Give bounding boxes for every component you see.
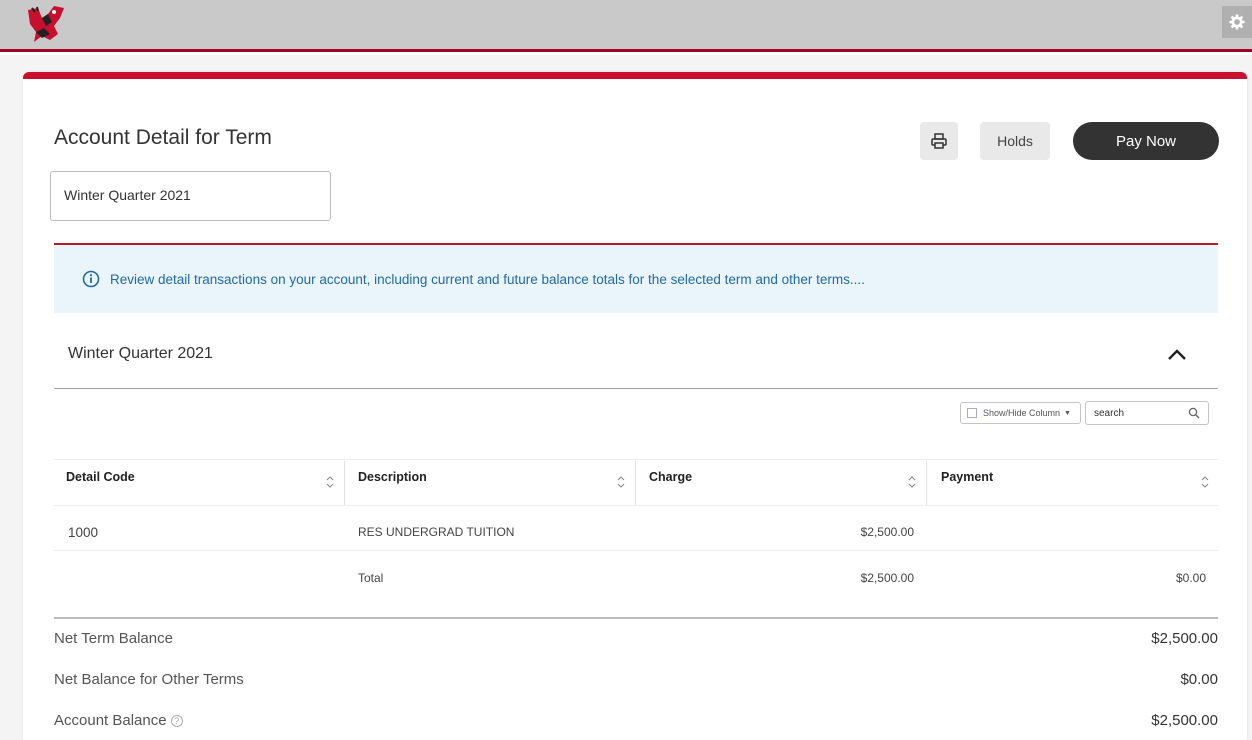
page-title: Account Detail for Term <box>54 126 272 149</box>
total-label: Total <box>358 571 384 585</box>
term-select[interactable]: Winter Quarter 2021 <box>50 171 331 221</box>
term-section-title: Winter Quarter 2021 <box>68 345 213 362</box>
sort-icon[interactable] <box>326 475 334 489</box>
print-button[interactable] <box>920 122 958 160</box>
info-icon <box>82 270 100 288</box>
other-terms-label: Net Balance for Other Terms <box>54 671 244 688</box>
search-input[interactable]: search <box>1085 401 1209 425</box>
total-payment: $0.00 <box>1175 571 1206 585</box>
net-term-balance-value: $2,500.00 <box>1151 630 1218 647</box>
total-charge: $2,500.00 <box>860 571 914 585</box>
column-header-detail-code[interactable]: Detail Code <box>66 470 135 484</box>
column-header-description[interactable]: Description <box>358 470 427 484</box>
gear-icon[interactable] <box>1222 6 1252 38</box>
cell-detail-code: 1000 <box>68 525 99 540</box>
sort-icon[interactable] <box>1201 475 1209 489</box>
eagle-logo-icon[interactable] <box>24 4 72 46</box>
show-hide-column-dropdown[interactable]: Show/Hide Column ▼ <box>960 402 1081 424</box>
row-divider <box>54 550 1218 551</box>
account-balance-row: Account Balance? <box>54 712 183 729</box>
net-term-balance-label: Net Term Balance <box>54 630 173 647</box>
top-bar <box>0 0 1252 52</box>
summary-divider <box>54 617 1218 619</box>
column-separator <box>926 461 927 505</box>
cell-charge: $2,500.00 <box>860 525 914 539</box>
column-separator <box>635 461 636 505</box>
pay-now-button[interactable]: Pay Now <box>1073 122 1219 160</box>
column-separator <box>344 461 345 505</box>
other-terms-value: $0.00 <box>1180 671 1218 688</box>
search-icon <box>1188 407 1200 419</box>
sort-icon[interactable] <box>908 475 916 489</box>
section-divider <box>54 388 1218 389</box>
chevron-up-icon[interactable] <box>1166 346 1188 362</box>
search-value: search <box>1094 407 1125 419</box>
show-hide-label: Show/Hide Column <box>983 408 1061 418</box>
account-balance-label: Account Balance <box>54 712 167 729</box>
help-icon[interactable]: ? <box>170 715 183 727</box>
columns-icon <box>967 408 977 418</box>
table-top-border <box>54 459 1218 460</box>
holds-button[interactable]: Holds <box>980 122 1050 160</box>
caret-down-icon: ▼ <box>1064 409 1071 417</box>
cell-description: RES UNDERGRAD TUITION <box>358 525 515 539</box>
printer-icon <box>931 133 947 149</box>
row-divider <box>54 505 1218 506</box>
column-header-charge[interactable]: Charge <box>649 470 692 484</box>
account-balance-value: $2,500.00 <box>1151 712 1218 729</box>
column-header-payment[interactable]: Payment <box>941 470 993 484</box>
sort-icon[interactable] <box>617 475 625 489</box>
info-text: Review detail transactions on your accou… <box>110 271 865 287</box>
info-banner: Review detail transactions on your accou… <box>54 245 1218 313</box>
